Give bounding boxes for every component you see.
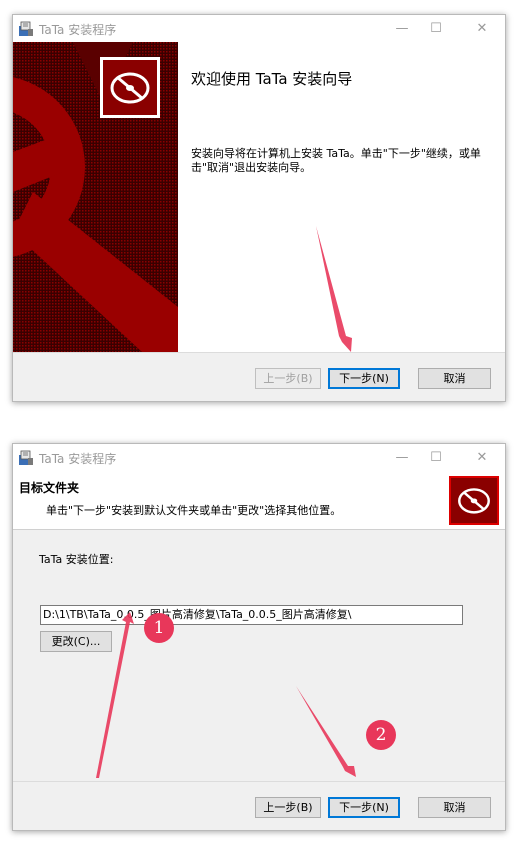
annotation-badge-2: 2 xyxy=(366,720,396,750)
welcome-description: 安装向导将在计算机上安装 TaTa。单击"下一步"继续，或单击"取消"退出安装向… xyxy=(191,147,481,174)
close-icon[interactable]: ✕ xyxy=(467,448,497,468)
minimize-icon[interactable]: — xyxy=(387,19,417,39)
cancel-button[interactable]: 取消 xyxy=(418,368,491,389)
page-heading: 目标文件夹 xyxy=(19,481,80,495)
location-label: TaTa 安装位置: xyxy=(39,553,114,566)
header-panel: 目标文件夹 单击"下一步"安装到默认文件夹或单击"更改"选择其他位置。 xyxy=(13,471,505,530)
cancel-button[interactable]: 取消 xyxy=(418,797,491,818)
installer-icon xyxy=(19,21,33,36)
button-bar: 上一步(B) 下一步(N) 取消 xyxy=(13,352,505,401)
minimize-icon[interactable]: — xyxy=(387,448,417,468)
change-button[interactable]: 更改(C)... xyxy=(40,631,112,652)
disc-logo-icon xyxy=(110,72,150,104)
close-icon[interactable]: ✕ xyxy=(467,19,497,39)
disc-logo-icon xyxy=(458,488,490,514)
page-subheading: 单击"下一步"安装到默认文件夹或单击"更改"选择其他位置。 xyxy=(46,504,342,517)
content-panel: TaTa 安装位置: D:\1\TB\TaTa_0.0.5_图片高清修复\TaT… xyxy=(13,530,505,782)
disc-logo xyxy=(100,57,160,118)
next-button[interactable]: 下一步(N) xyxy=(328,368,400,389)
maximize-icon[interactable]: ☐ xyxy=(421,19,451,39)
title-bar[interactable]: TaTa 安装程序 — ☐ ✕ xyxy=(13,444,505,471)
back-button[interactable]: 上一步(B) xyxy=(255,368,321,389)
destination-window: TaTa 安装程序 — ☐ ✕ 目标文件夹 单击"下一步"安装到默认文件夹或单击… xyxy=(12,443,506,831)
button-bar: 上一步(B) 下一步(N) 取消 xyxy=(13,781,505,830)
title-bar[interactable]: TaTa 安装程序 — ☐ ✕ xyxy=(13,15,505,42)
window-title: TaTa 安装程序 xyxy=(39,23,117,37)
installer-icon xyxy=(19,450,33,465)
maximize-icon[interactable]: ☐ xyxy=(421,448,451,468)
welcome-heading: 欢迎使用 TaTa 安装向导 xyxy=(191,70,353,88)
back-button[interactable]: 上一步(B) xyxy=(255,797,321,818)
welcome-window: TaTa 安装程序 — ☐ ✕ 欢迎使用 TaTa 安装向导 安装向导将在计算机… xyxy=(12,14,506,402)
install-path-field[interactable]: D:\1\TB\TaTa_0.0.5_图片高清修复\TaTa_0.0.5_图片高… xyxy=(40,605,463,625)
annotation-badge-1: 1 xyxy=(144,613,174,643)
install-path-value: D:\1\TB\TaTa_0.0.5_图片高清修复\TaTa_0.0.5_图片高… xyxy=(43,608,352,621)
disc-logo xyxy=(449,476,499,525)
next-button[interactable]: 下一步(N) xyxy=(328,797,400,818)
window-title: TaTa 安装程序 xyxy=(39,452,117,466)
